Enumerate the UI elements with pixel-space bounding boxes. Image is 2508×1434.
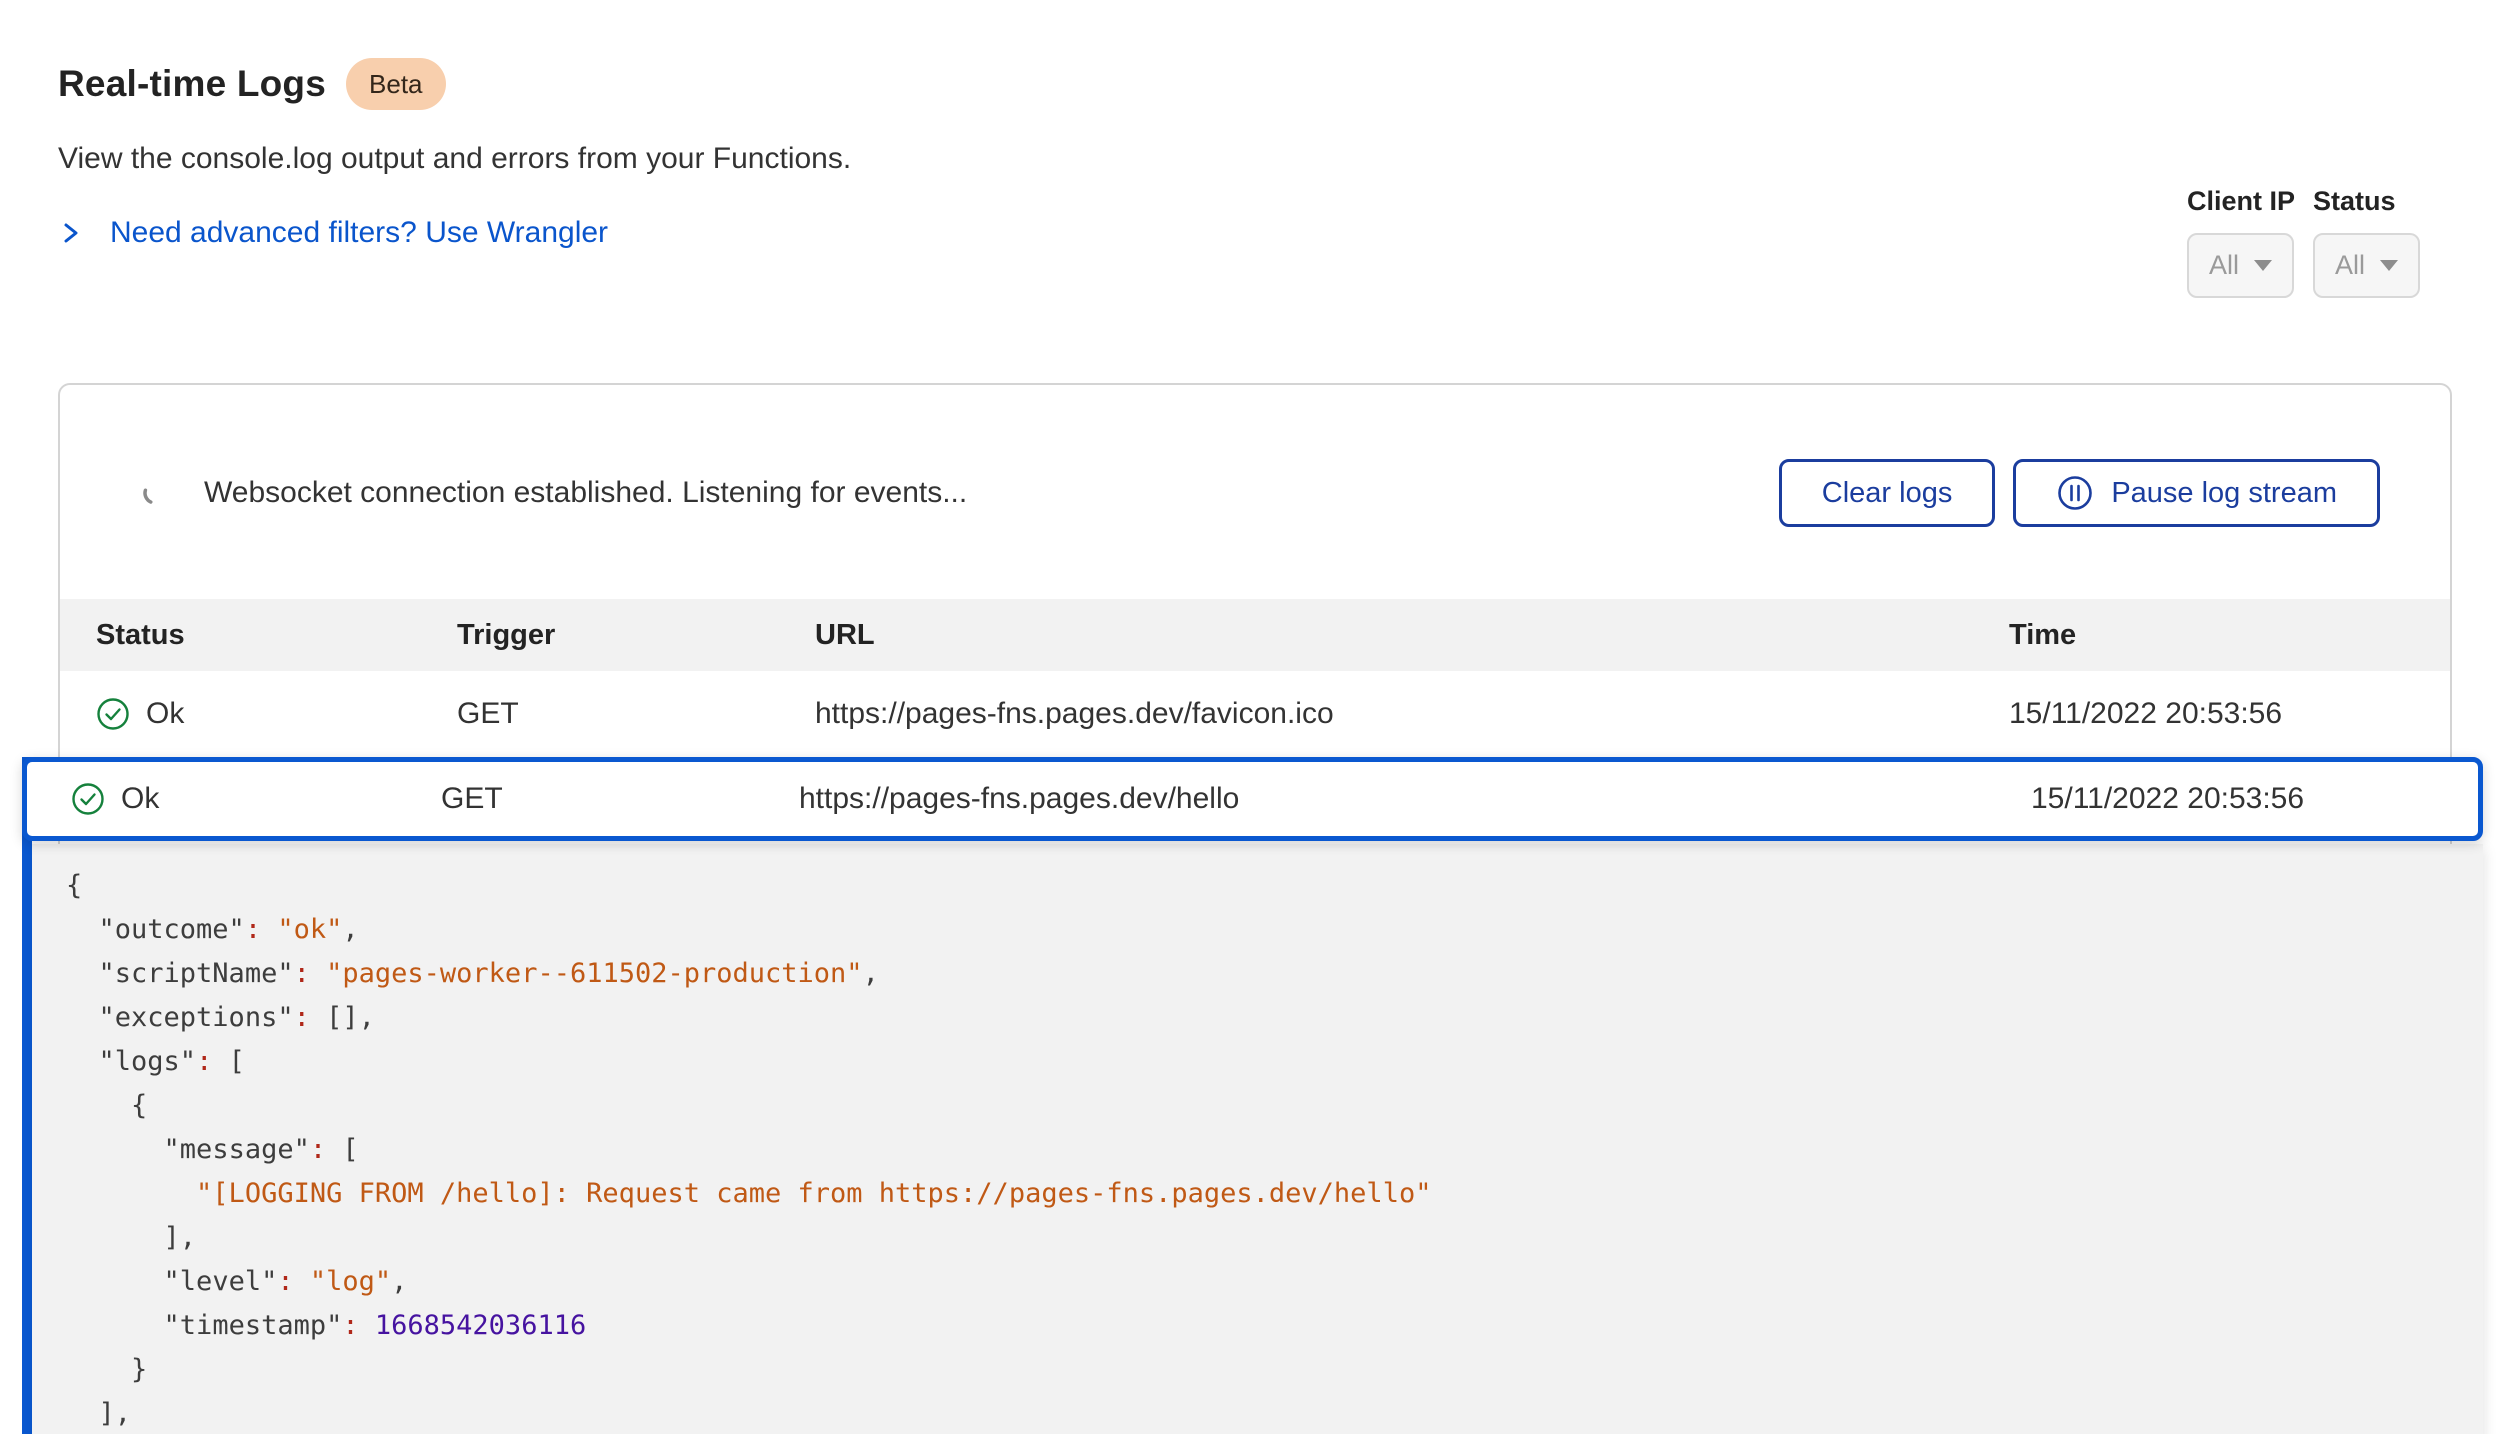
log-table-row-selected[interactable]: Ok GET https://pages-fns.pages.dev/hello… bbox=[22, 757, 2483, 841]
log-table-row[interactable]: Ok GET https://pages-fns.pages.dev/favic… bbox=[60, 671, 2450, 757]
pause-log-stream-button[interactable]: Pause log stream bbox=[2013, 459, 2380, 527]
spinner-icon bbox=[140, 478, 170, 508]
log-detail-code: { "outcome": "ok", "scriptName": "pages-… bbox=[32, 844, 2483, 1434]
page-header: Real-time Logs Beta View the console.log… bbox=[58, 58, 851, 250]
log-table-header: Status Trigger URL Time bbox=[60, 599, 2450, 671]
row-url: https://pages-fns.pages.dev/hello bbox=[799, 782, 2031, 816]
status-filter-value: All bbox=[2335, 250, 2365, 281]
client-ip-filter-value: All bbox=[2209, 250, 2239, 281]
check-circle-icon bbox=[71, 782, 105, 816]
caret-down-icon bbox=[2254, 260, 2272, 271]
page-title: Real-time Logs bbox=[58, 63, 326, 105]
column-header-trigger: Trigger bbox=[457, 619, 815, 652]
chevron-right-icon bbox=[58, 218, 84, 248]
row-url: https://pages-fns.pages.dev/favicon.ico bbox=[815, 697, 2009, 731]
clear-logs-button[interactable]: Clear logs bbox=[1779, 459, 1996, 527]
column-header-url: URL bbox=[815, 619, 2009, 652]
pause-log-stream-button-label: Pause log stream bbox=[2111, 477, 2337, 510]
realtime-logs-page: Real-time Logs Beta View the console.log… bbox=[0, 0, 2508, 1434]
wrangler-link[interactable]: Need advanced filters? Use Wrangler bbox=[58, 216, 851, 250]
page-subtitle: View the console.log output and errors f… bbox=[58, 142, 851, 176]
pause-icon bbox=[2056, 474, 2094, 512]
row-trigger: GET bbox=[457, 697, 815, 731]
clear-logs-button-label: Clear logs bbox=[1822, 477, 1953, 510]
row-status: Ok bbox=[146, 697, 184, 731]
check-circle-icon bbox=[96, 697, 130, 731]
beta-badge: Beta bbox=[346, 58, 446, 110]
wrangler-link-label: Need advanced filters? Use Wrangler bbox=[110, 216, 608, 250]
status-filter-label: Status bbox=[2313, 186, 2396, 217]
column-header-time: Time bbox=[2009, 619, 2450, 652]
caret-down-icon bbox=[2380, 260, 2398, 271]
expanded-log-entry: Ok GET https://pages-fns.pages.dev/hello… bbox=[22, 757, 2483, 1434]
row-trigger: GET bbox=[441, 782, 799, 816]
row-status: Ok bbox=[121, 782, 159, 816]
status-filter-dropdown[interactable]: All bbox=[2313, 233, 2420, 298]
log-panel-toolbar: Websocket connection established. Listen… bbox=[60, 385, 2450, 599]
row-time: 15/11/2022 20:53:56 bbox=[2031, 782, 2478, 816]
log-filters: Client IP All Status All bbox=[2187, 186, 2420, 298]
row-time: 15/11/2022 20:53:56 bbox=[2009, 697, 2450, 731]
client-ip-filter-dropdown[interactable]: All bbox=[2187, 233, 2294, 298]
log-panel: Websocket connection established. Listen… bbox=[58, 383, 2452, 1434]
websocket-status-message: Websocket connection established. Listen… bbox=[204, 476, 967, 510]
column-header-status: Status bbox=[96, 619, 457, 652]
client-ip-filter-label: Client IP bbox=[2187, 186, 2295, 217]
